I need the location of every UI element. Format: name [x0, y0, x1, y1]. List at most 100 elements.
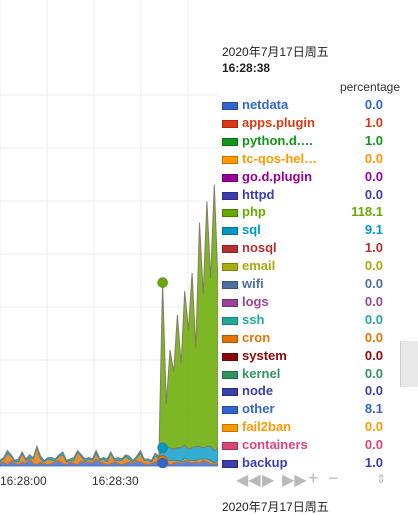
legend-swatch: [222, 316, 238, 325]
legend-item-value: 1.0: [364, 240, 383, 256]
legend-item-value: 9.1: [364, 222, 383, 238]
legend-item-15[interactable]: kernel 0.0: [218, 365, 400, 383]
legend-item-5[interactable]: httpd 0.0: [218, 186, 400, 204]
legend-item-value: 8.1: [364, 401, 383, 417]
legend-item-18[interactable]: fail2ban 0.0: [218, 418, 400, 436]
legend-item-7[interactable]: sql 9.1: [218, 221, 400, 239]
legend-item-17[interactable]: other 8.1: [218, 400, 400, 418]
legend-item-name: containers: [242, 437, 308, 453]
legend-swatch: [222, 281, 238, 289]
chart-toolbar: ◀◀ ▶ ▶▶ + − ⇕: [236, 468, 406, 492]
legend-item-value: 0.0: [364, 186, 383, 202]
legend-item-16[interactable]: node 0.0: [218, 382, 400, 400]
legend-item-name: httpd: [242, 186, 275, 202]
legend-swatch: [222, 173, 238, 182]
legend-item-name: tc-qos-hel…: [242, 150, 318, 166]
legend-item-name: other: [242, 401, 275, 417]
legend-swatch: [222, 334, 238, 343]
hover-point-sql: [157, 442, 168, 454]
legend-swatch: [222, 352, 238, 361]
legend-item-value: 0.0: [364, 329, 383, 345]
stacked-area-chart[interactable]: [0, 0, 218, 468]
legend-item-11[interactable]: logs 0.0: [218, 293, 400, 311]
legend-item-name: nosql: [242, 240, 277, 256]
legend-item-3[interactable]: tc-qos-hel… 0.0: [218, 150, 400, 168]
legend-item-name: go.d.plugin: [242, 168, 313, 184]
legend-item-value: 0.0: [364, 97, 383, 112]
legend-date-footer: 2020年7月17日周五: [222, 500, 329, 514]
area-series-php: [0, 184, 218, 462]
legend-scrollbar[interactable]: [400, 95, 418, 475]
legend-item-name: cron: [242, 329, 271, 345]
legend-item-name: fail2ban: [242, 419, 292, 435]
legend-item-name: system: [242, 347, 287, 363]
legend-item-12[interactable]: ssh 0.0: [218, 311, 400, 329]
legend-item-19[interactable]: containers 0.0: [218, 436, 400, 454]
hover-point-php: [157, 277, 168, 288]
legend-units: percentage: [339, 80, 400, 94]
legend-swatch: [222, 137, 238, 146]
legend-item-value: 0.0: [364, 311, 383, 327]
legend-swatch: [222, 406, 238, 415]
legend-time: 16:28:38: [222, 61, 271, 75]
legend-swatch: [222, 298, 238, 307]
legend-item-name: python.d.…: [242, 132, 314, 148]
legend-item-value: 1.0: [364, 114, 383, 130]
legend-item-value: 0.0: [364, 347, 383, 363]
legend-item-value: 0.0: [364, 293, 383, 309]
resize-handle-icon[interactable]: ⇕: [376, 472, 386, 486]
x-tick-label: 16:28:30: [92, 474, 139, 488]
legend-swatch: [222, 191, 238, 200]
legend-item-8[interactable]: nosql 1.0: [218, 239, 400, 257]
legend-item-value: 0.0: [364, 437, 383, 453]
legend-item-name: netdata: [242, 97, 289, 112]
legend-item-name: sql: [242, 222, 261, 238]
x-tick-label: 16:28:00: [0, 474, 47, 488]
legend-item-value: 0.0: [364, 150, 383, 166]
legend-item-6[interactable]: php 118.1: [218, 203, 400, 221]
hover-point-other: [157, 457, 168, 468]
legend-swatch: [222, 263, 238, 272]
legend-swatch: [222, 119, 238, 128]
zoom-in-icon[interactable]: +: [308, 468, 319, 489]
legend-swatch: [222, 227, 238, 236]
legend-item-10[interactable]: wifi 0.0: [218, 275, 400, 293]
legend-swatch: [222, 245, 238, 254]
legend-item-value: 0.0: [364, 276, 383, 291]
legend-item-value: 0.0: [364, 365, 383, 381]
legend-item-14[interactable]: system 0.0: [218, 347, 400, 365]
legend-item-value: 0.0: [364, 258, 383, 274]
chart-legend: 2020年7月17日周五 16:28:38 percentage netdata…: [218, 0, 400, 478]
legend-swatch: [222, 155, 238, 164]
legend-item-value: 118.1: [351, 204, 383, 220]
legend-item-9[interactable]: email 0.0: [218, 257, 400, 275]
legend-swatch: [222, 460, 238, 468]
legend-item-name: node: [242, 383, 274, 399]
legend-swatch: [222, 102, 238, 110]
legend-item-name: email: [242, 258, 276, 274]
legend-item-name: php: [242, 204, 266, 220]
pan-left-icon[interactable]: ◀◀: [236, 470, 261, 490]
legend-item-value: 1.0: [364, 132, 383, 148]
legend-swatch: [222, 442, 238, 451]
legend-item-value: 0.0: [364, 168, 383, 184]
legend-item-name: logs: [242, 293, 269, 309]
legend-item-name: wifi: [242, 276, 264, 291]
legend-item-name: backup: [242, 455, 288, 470]
legend-date: 2020年7月17日周五: [222, 45, 329, 59]
legend-item-value: 0.0: [364, 419, 383, 435]
scrollbar-thumb[interactable]: [400, 341, 418, 387]
legend-item-0[interactable]: netdata 0.0: [218, 96, 400, 114]
legend-swatch: [222, 370, 238, 379]
zoom-out-icon[interactable]: −: [328, 468, 339, 489]
x-axis: 16:28:00 16:28:30: [0, 468, 218, 494]
play-icon[interactable]: ▶: [262, 470, 274, 490]
legend-item-1[interactable]: apps.plugin 1.0: [218, 114, 400, 132]
legend-item-13[interactable]: cron 0.0: [218, 329, 400, 347]
legend-item-4[interactable]: go.d.plugin 0.0: [218, 168, 400, 186]
pan-right-icon[interactable]: ▶▶: [282, 470, 307, 490]
legend-item-2[interactable]: python.d.… 1.0: [218, 132, 400, 150]
legend-item-name: apps.plugin: [242, 114, 315, 130]
legend-item-name: kernel: [242, 365, 281, 381]
legend-swatch: [222, 424, 238, 433]
